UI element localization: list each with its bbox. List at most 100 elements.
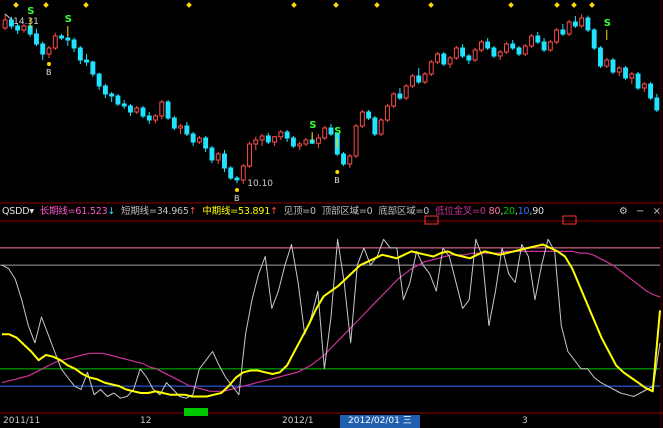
candle <box>497 51 503 57</box>
mid-line-arrow: ↑ <box>270 206 278 217</box>
candle <box>222 153 227 169</box>
candle <box>140 107 146 117</box>
candle <box>516 47 522 55</box>
candle <box>46 47 52 55</box>
candle <box>384 105 390 121</box>
candle <box>341 153 346 165</box>
candle <box>52 35 58 49</box>
candle <box>40 43 46 55</box>
top-marker <box>83 2 89 8</box>
x-tick-label: 12 <box>140 416 152 426</box>
candle <box>228 167 234 179</box>
ref-20: 20 <box>503 206 515 217</box>
mid-line-value: 中期线=53.891 <box>202 206 271 217</box>
candle <box>265 135 271 143</box>
close-icon[interactable]: × <box>653 206 661 217</box>
candle <box>366 111 372 119</box>
candle <box>84 59 90 63</box>
candle <box>65 37 71 41</box>
candle <box>453 47 459 59</box>
candle <box>485 41 491 49</box>
candle <box>641 83 647 89</box>
candle <box>472 49 478 61</box>
low-price-label: 10.10 <box>247 179 273 189</box>
candle <box>410 75 415 87</box>
candle <box>616 67 622 73</box>
candle <box>96 73 102 87</box>
ref-90: 90 <box>532 206 544 217</box>
short-line-value: 短期线=34.965 <box>121 206 189 217</box>
candle <box>554 29 560 43</box>
candle <box>397 93 403 99</box>
x-tick-label: 2011/11 <box>3 416 41 426</box>
candle <box>478 41 484 51</box>
candle <box>372 117 378 135</box>
candle <box>134 107 140 113</box>
candle <box>77 47 83 61</box>
candle <box>240 165 246 181</box>
candle <box>209 147 215 161</box>
x-tick-label: 2012/1 <box>282 416 314 426</box>
top-marker <box>43 2 49 8</box>
candle <box>259 135 265 141</box>
candle <box>128 105 133 113</box>
candle <box>90 61 96 75</box>
candle <box>59 35 64 39</box>
x-tick-label: 3 <box>522 416 528 426</box>
candle <box>353 125 359 157</box>
candle <box>359 111 365 127</box>
buy-dot <box>47 62 51 66</box>
candle <box>598 47 603 67</box>
top-marker <box>333 2 339 8</box>
long-line-value: 长期线=61.523 <box>39 206 108 217</box>
cursor-date-label: 2012/02/01 三 <box>340 415 420 428</box>
candle <box>491 47 497 57</box>
candle <box>416 75 422 83</box>
candle <box>71 39 77 49</box>
candle <box>403 85 409 99</box>
price-annotations: 14.31 10.10 S S S S S B B B <box>4 6 611 203</box>
candle <box>303 139 309 145</box>
ref-80: 80 <box>488 206 501 217</box>
indicator-name[interactable]: QSDD▾ <box>2 205 34 219</box>
candle <box>272 136 278 143</box>
candle <box>648 83 654 99</box>
sell-signal: S <box>27 6 34 17</box>
candle <box>297 143 303 147</box>
candle <box>316 137 321 144</box>
candle <box>547 41 553 51</box>
series-short <box>1 238 661 399</box>
candle <box>460 47 466 57</box>
settings-icon[interactable]: ⚙ <box>619 206 628 217</box>
candle <box>510 43 516 49</box>
ref-10: 10 <box>517 206 530 217</box>
candle <box>604 59 610 67</box>
sell-signal: S <box>604 18 611 29</box>
candle <box>196 137 202 143</box>
buy-signal: B <box>234 194 240 203</box>
top-marker <box>508 2 514 8</box>
candlestick-series <box>2 14 660 184</box>
minimize-icon[interactable]: − <box>636 206 644 217</box>
buy-dot <box>335 170 340 174</box>
sell-signal: S <box>334 126 341 137</box>
high-price-label: 14.31 <box>13 17 39 27</box>
candle <box>504 43 509 53</box>
candle <box>447 57 453 65</box>
candle <box>610 59 616 73</box>
candle <box>328 127 334 135</box>
candle <box>522 45 528 55</box>
buy-signal: B <box>46 68 52 77</box>
indicator-legend: QSDD▾ 长期线=61.523↓ 短期线=34.965↑ 中期线=53.891… <box>2 205 544 219</box>
di-bu-value: 底部区域=0 <box>378 206 430 217</box>
candle <box>579 17 585 27</box>
candle <box>629 73 635 79</box>
sell-signal: S <box>309 120 316 131</box>
ding-bu-value: 顶部区域=0 <box>321 206 373 217</box>
candle <box>184 125 190 135</box>
top-marker <box>291 2 297 8</box>
candle <box>591 29 597 49</box>
candle <box>391 93 397 107</box>
top-marker <box>428 2 434 8</box>
top-zone-box <box>562 215 577 225</box>
